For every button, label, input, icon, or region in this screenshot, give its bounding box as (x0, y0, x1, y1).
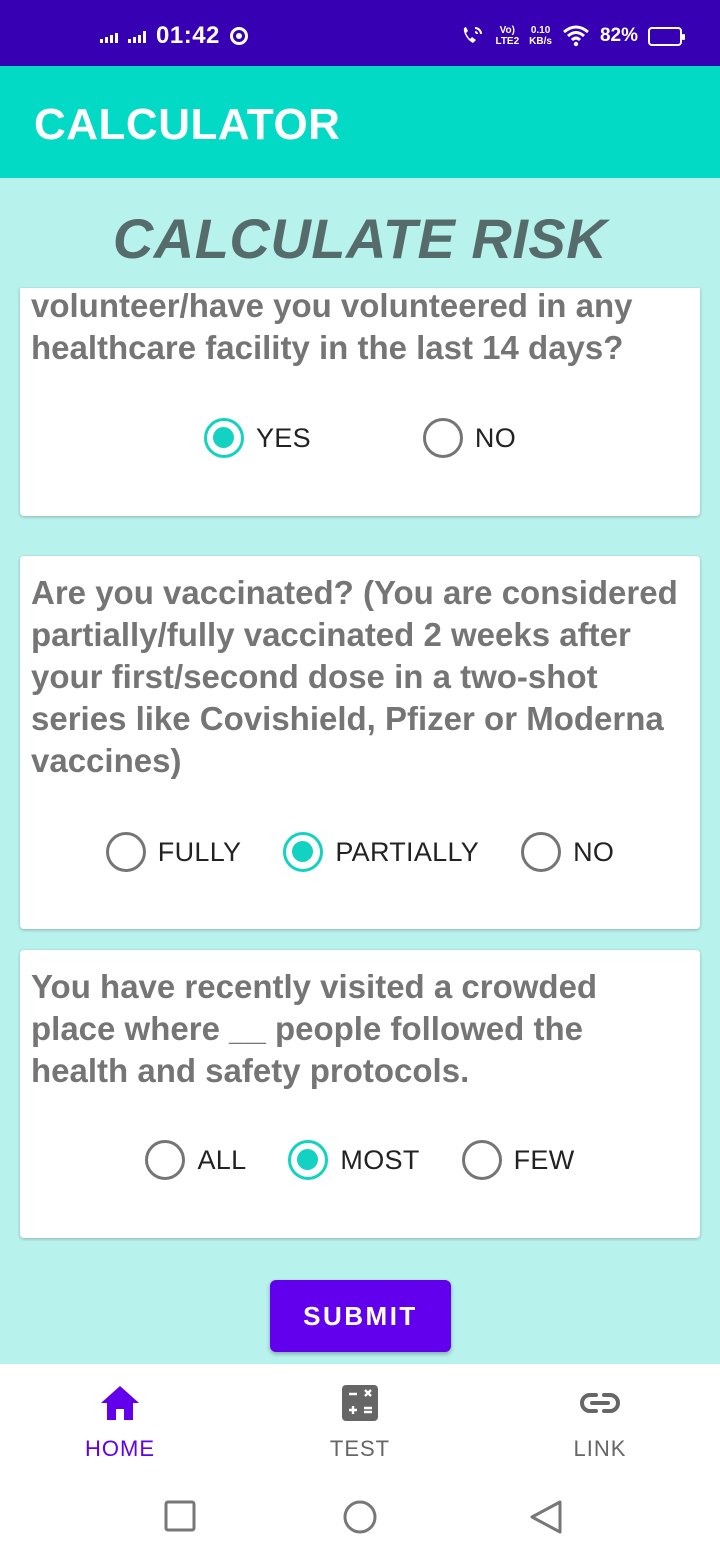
question-card-crowded-place: You have recently visited a crowded plac… (20, 950, 700, 1238)
signal-2-icon (128, 29, 146, 43)
nav-label: HOME (85, 1436, 155, 1461)
radio-label: FULLY (157, 836, 242, 867)
radio-no[interactable]: NO (422, 418, 517, 458)
radio-unchecked-icon (145, 1140, 186, 1180)
status-bar: 01:42 Vo) LTE2 0.10 KB/s 82% (0, 0, 720, 66)
page-heading: CALCULATE RISK (112, 207, 608, 270)
question-text: You have recently visited a crowded plac… (31, 968, 598, 1089)
radio-unchecked-icon (105, 832, 146, 872)
nav-item-home[interactable]: HOME (0, 1384, 240, 1462)
radio-group-vaccinated: FULLY PARTIALLY NO (20, 832, 700, 872)
radio-label: YES (255, 422, 311, 453)
radio-label: MOST (340, 1144, 420, 1175)
radio-yes[interactable]: YES (203, 418, 311, 458)
submit-button[interactable]: SUBMIT (270, 1280, 451, 1352)
app-title: CALCULATOR (34, 100, 341, 149)
radio-unchecked-icon (461, 1140, 502, 1180)
radio-label: NO (474, 422, 517, 453)
notification-icon (229, 27, 248, 45)
radio-all[interactable]: ALL (145, 1140, 246, 1180)
radio-label: FEW (513, 1144, 575, 1175)
radio-unchecked-icon (521, 832, 562, 872)
radio-group-healthcare: YES NO (20, 418, 700, 458)
radio-few[interactable]: FEW (461, 1140, 575, 1180)
lte-label: LTE2 (495, 36, 520, 47)
question-card-vaccinated: Are you vaccinated? (You are considered … (20, 556, 700, 929)
radio-label: NO (573, 836, 615, 867)
volte-indicator: Vo) LTE2 (495, 25, 519, 47)
radio-checked-icon (288, 1140, 329, 1180)
radio-no[interactable]: NO (521, 832, 614, 872)
radio-unchecked-icon (422, 418, 463, 458)
app-bar: CALCULATOR (0, 66, 720, 178)
nav-label: LINK (573, 1436, 627, 1461)
calculator-icon (342, 1385, 378, 1421)
radio-most[interactable]: MOST (288, 1140, 419, 1180)
radio-label: ALL (197, 1144, 247, 1175)
battery-percent: 82% (599, 25, 638, 46)
home-button-icon[interactable] (342, 1500, 378, 1536)
system-navigation-bar (0, 1474, 720, 1560)
question-text: Are you vaccinated? (You are considered … (31, 574, 678, 779)
radio-checked-icon (283, 832, 324, 872)
link-icon (580, 1393, 620, 1413)
radio-checked-icon (203, 418, 244, 458)
wifi-icon (563, 25, 589, 47)
radio-label: PARTIALLY (335, 836, 480, 867)
battery-icon (648, 26, 685, 46)
speed-unit: KB/s (529, 36, 552, 47)
network-speed: 0.10 KB/s (529, 25, 552, 47)
radio-partially[interactable]: PARTIALLY (283, 832, 479, 872)
question-text: volunteer/have you volunteered in any he… (31, 288, 633, 366)
bottom-navigation: HOME TEST LINK (0, 1364, 720, 1474)
clock: 01:42 (156, 22, 220, 49)
recents-icon[interactable] (164, 1500, 196, 1532)
nav-item-link[interactable]: LINK (480, 1384, 720, 1462)
volte-label: Vo) (499, 25, 515, 36)
question-card-healthcare: volunteer/have you volunteered in any he… (20, 288, 700, 516)
back-icon[interactable] (528, 1500, 564, 1536)
wifi-calling-icon (464, 27, 483, 43)
radio-group-crowded-place: ALL MOST FEW (20, 1140, 700, 1180)
nav-label: TEST (329, 1436, 391, 1461)
speed-value: 0.10 (530, 25, 551, 36)
home-icon (101, 1386, 139, 1420)
signal-1-icon (100, 29, 118, 43)
radio-fully[interactable]: FULLY (105, 832, 242, 872)
nav-item-test[interactable]: TEST (240, 1384, 480, 1462)
